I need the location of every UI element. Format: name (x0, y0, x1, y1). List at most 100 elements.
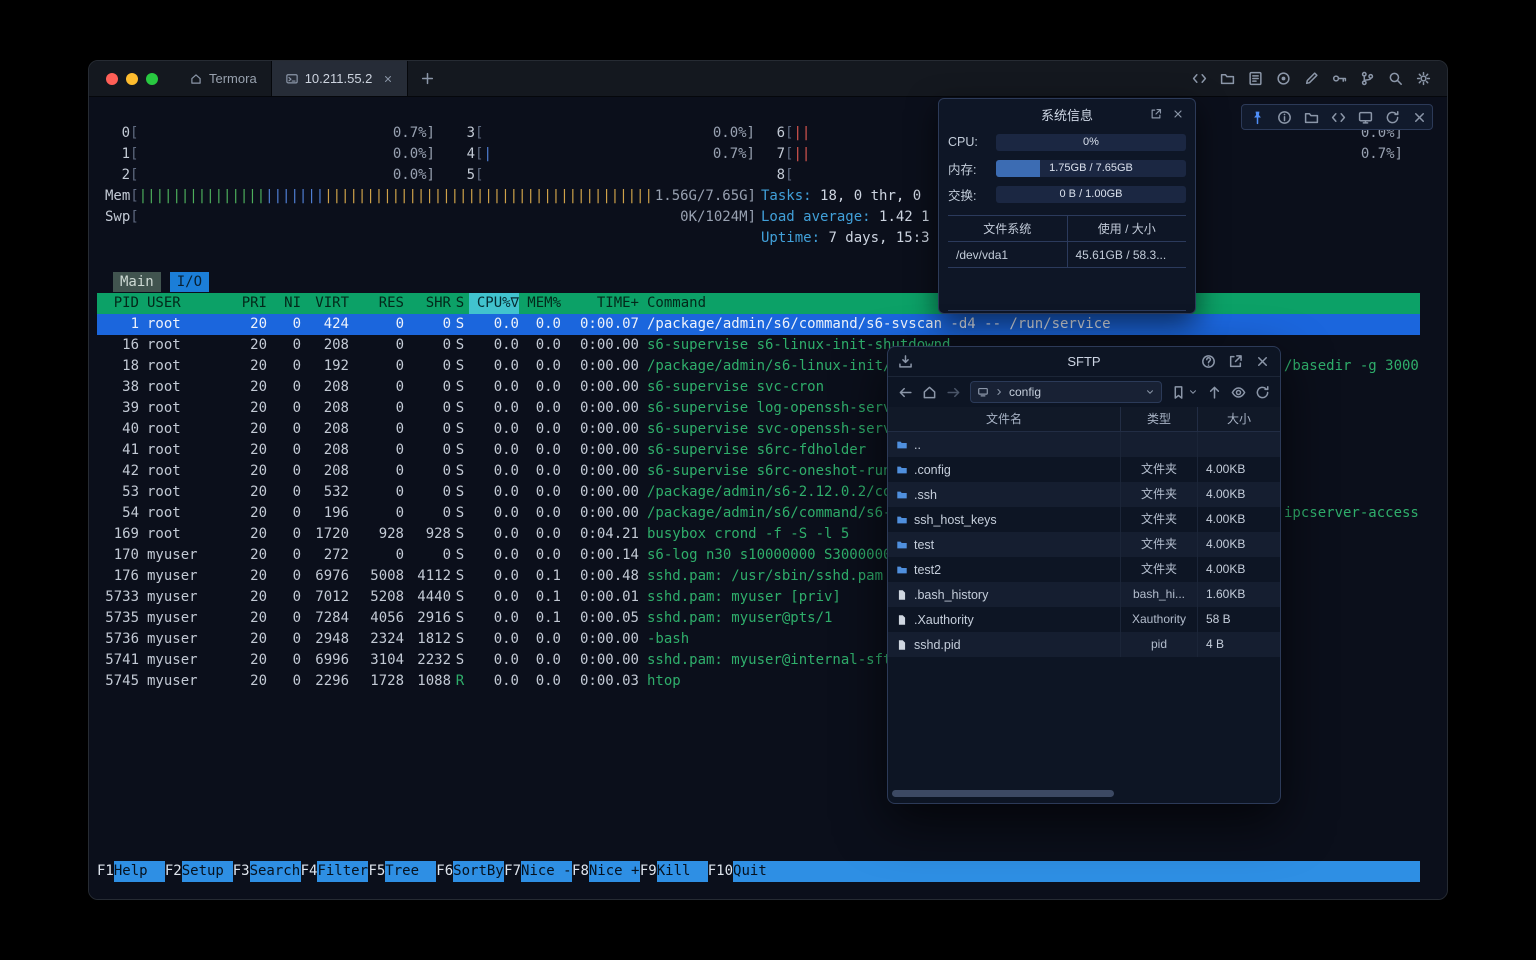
path-segment[interactable]: config (1009, 385, 1041, 399)
file-size: 4.00KB (1198, 507, 1280, 532)
sftp-file-row[interactable]: ssh_host_keys文件夹4.00KB (888, 507, 1280, 532)
refresh-icon[interactable] (1255, 385, 1270, 400)
proc-time: 0:00.00 (561, 419, 639, 440)
sftp-file-row[interactable]: .config文件夹4.00KB (888, 457, 1280, 482)
chevron-down-icon[interactable] (1145, 387, 1155, 397)
fn-label[interactable]: Kill (657, 861, 708, 882)
tab-termora[interactable]: Termora (176, 61, 271, 96)
fn-key[interactable]: F2 (165, 861, 182, 882)
minimize-window-button[interactable] (126, 73, 138, 85)
sftp-file-row[interactable]: sshd.pidpid4 B (888, 632, 1280, 657)
proc-s: S (451, 377, 469, 398)
sftp-file-row[interactable]: .. (888, 432, 1280, 457)
proc-cpu: 0.0 (469, 524, 519, 545)
fn-key[interactable]: F9 (640, 861, 657, 882)
proc-user: root (147, 440, 235, 461)
fn-label[interactable]: Setup (182, 861, 233, 882)
fn-key[interactable]: F7 (504, 861, 521, 882)
col-file-size[interactable]: 大小 (1198, 407, 1280, 431)
close-tab-icon[interactable] (383, 74, 393, 84)
refresh-icon[interactable] (1385, 110, 1400, 125)
col-pid[interactable]: PID (97, 293, 139, 314)
sftp-file-row[interactable]: test文件夹4.00KB (888, 532, 1280, 557)
folder-icon[interactable] (1220, 71, 1235, 86)
close-icon[interactable] (1255, 354, 1270, 369)
bookmark-button[interactable] (1171, 385, 1198, 400)
close-icon[interactable] (1172, 108, 1184, 120)
fn-label[interactable]: Quit (733, 861, 784, 882)
fn-label[interactable]: Nice + (589, 861, 640, 882)
code-icon[interactable] (1192, 71, 1207, 86)
zoom-window-button[interactable] (146, 73, 158, 85)
fn-key[interactable]: F1 (97, 861, 114, 882)
sftp-file-row[interactable]: .XauthorityXauthority58 B (888, 607, 1280, 632)
fn-key[interactable]: F4 (301, 861, 318, 882)
col-pri[interactable]: PRI (235, 293, 267, 314)
fn-label[interactable]: SortBy (453, 861, 504, 882)
path-breadcrumb[interactable]: config (970, 381, 1162, 403)
fn-label[interactable]: Help (114, 861, 165, 882)
fn-label[interactable]: Tree (385, 861, 436, 882)
back-arrow-icon[interactable] (898, 385, 913, 400)
file-name-cell: .. (888, 432, 1121, 457)
monitor-icon[interactable] (1358, 110, 1373, 125)
external-link-icon[interactable] (1150, 108, 1162, 120)
col-state[interactable]: S (451, 293, 469, 314)
fn-label[interactable]: Search (250, 861, 301, 882)
forward-arrow-icon[interactable] (946, 385, 961, 400)
settings-icon[interactable] (1416, 71, 1431, 86)
proc-virt: 208 (301, 419, 349, 440)
sftp-file-row[interactable]: test2文件夹4.00KB (888, 557, 1280, 582)
proc-shr: 0 (404, 545, 451, 566)
col-time[interactable]: TIME+ (561, 293, 639, 314)
filesystem-usage: 45.61GB / 58.3... (1068, 242, 1187, 267)
edit-icon[interactable] (1304, 71, 1319, 86)
new-tab-button[interactable] (408, 61, 447, 96)
col-shr[interactable]: SHR (404, 293, 451, 314)
fn-key[interactable]: F5 (368, 861, 385, 882)
code-icon[interactable] (1331, 110, 1346, 125)
sftp-file-row[interactable]: .bash_historybash_hi...1.60KB (888, 582, 1280, 607)
col-mem[interactable]: MEM% (519, 293, 561, 314)
eye-icon[interactable] (1231, 385, 1246, 400)
screen-tab-main[interactable]: Main (113, 272, 161, 292)
home-icon[interactable] (922, 385, 937, 400)
col-file-type[interactable]: 类型 (1121, 407, 1198, 431)
col-user[interactable]: USER (147, 293, 235, 314)
sftp-table-header: 文件名 类型 大小 (888, 407, 1280, 432)
fn-key[interactable]: F10 (708, 861, 733, 882)
pin-icon[interactable] (1250, 110, 1265, 125)
fn-key[interactable]: F3 (233, 861, 250, 882)
filesystem-row[interactable]: /dev/vda1 45.61GB / 58.3... (948, 242, 1186, 268)
proc-shr: 0 (404, 440, 451, 461)
screen-tab-io[interactable]: I/O (170, 272, 209, 292)
close-icon[interactable] (1412, 110, 1427, 125)
key-icon[interactable] (1332, 71, 1347, 86)
notebook-icon[interactable] (1248, 71, 1263, 86)
fn-label[interactable]: Nice - (521, 861, 572, 882)
fn-label[interactable]: Filter (317, 861, 368, 882)
col-file-name[interactable]: 文件名 (888, 407, 1121, 431)
col-res[interactable]: RES (349, 293, 404, 314)
col-virt[interactable]: VIRT (301, 293, 349, 314)
close-window-button[interactable] (106, 73, 118, 85)
sftp-file-row[interactable]: .ssh文件夹4.00KB (888, 482, 1280, 507)
scrollbar-thumb[interactable] (892, 790, 1114, 797)
folder-icon[interactable] (1304, 110, 1319, 125)
file-icon (896, 639, 908, 651)
search-icon[interactable] (1388, 71, 1403, 86)
proc-mem: 0.0 (519, 671, 561, 692)
external-link-icon[interactable] (1228, 354, 1243, 369)
up-arrow-icon[interactable] (1207, 385, 1222, 400)
info-icon[interactable] (1277, 110, 1292, 125)
process-row[interactable]: 1root20042400S0.00.00:00.07/package/admi… (97, 314, 1420, 335)
fn-key[interactable]: F6 (436, 861, 453, 882)
proc-user: root (147, 482, 235, 503)
tab-host[interactable]: 10.211.55.2 (271, 61, 409, 96)
branch-icon[interactable] (1360, 71, 1375, 86)
record-icon[interactable] (1276, 71, 1291, 86)
col-cpu-sort[interactable]: CPU%∇ (469, 293, 519, 314)
fn-key[interactable]: F8 (572, 861, 589, 882)
col-ni[interactable]: NI (267, 293, 301, 314)
help-icon[interactable] (1201, 354, 1216, 369)
